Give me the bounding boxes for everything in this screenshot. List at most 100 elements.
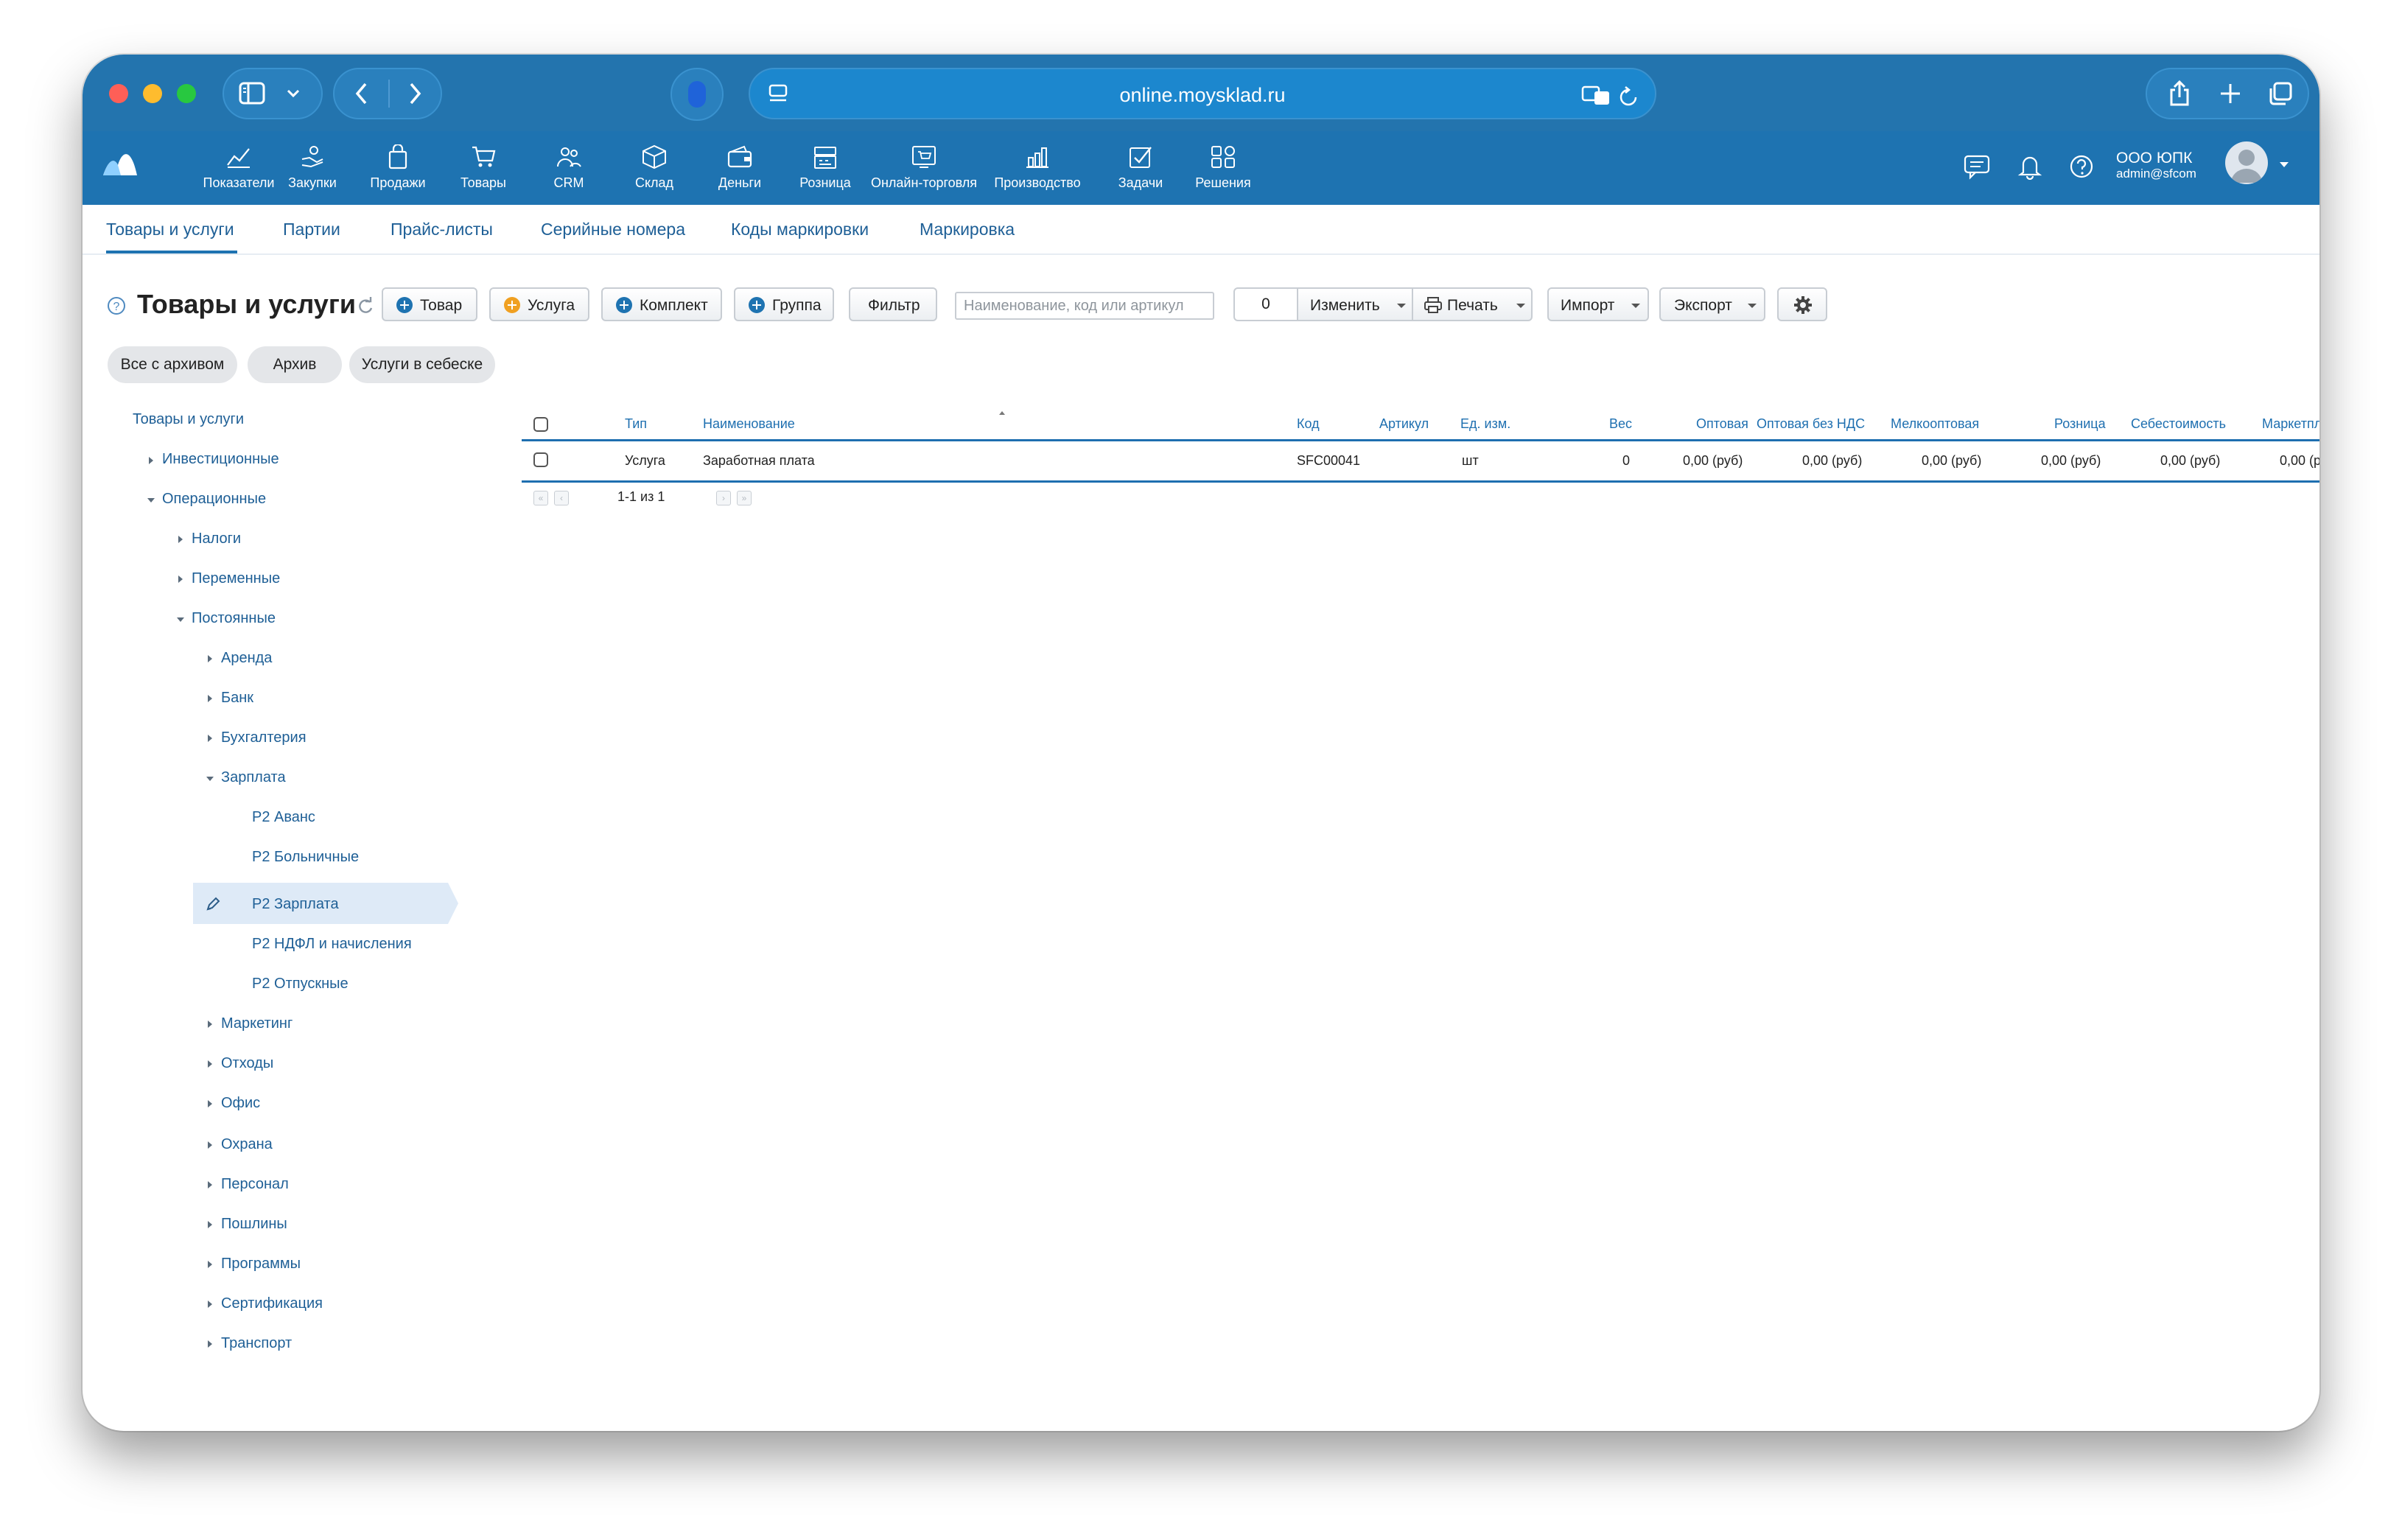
back-arrow-icon[interactable] [354,81,370,106]
filter-all-with-archive[interactable]: Все с архивом [108,346,237,383]
row-checkbox[interactable] [533,452,548,467]
collapse-arrow-icon[interactable] [177,617,184,622]
nav-retail[interactable]: Розница [788,131,862,205]
add-service-button[interactable]: Услуга [489,287,589,321]
tree-item-bank[interactable]: Банк [221,690,253,707]
column-weight[interactable]: Вес [1609,416,1632,432]
account-info[interactable]: ООО ЮПК admin@sfcom [2116,150,2196,181]
bell-icon[interactable] [2017,153,2042,180]
tree-item-waste[interactable]: Отходы [221,1055,273,1072]
zoom-window-button[interactable] [177,84,196,103]
expand-arrow-icon[interactable] [208,655,212,662]
chat-icon[interactable] [1963,153,1991,180]
refresh-icon[interactable] [355,296,374,315]
tree-root[interactable]: Товары и услуги [133,411,244,428]
expand-arrow-icon[interactable] [208,1340,212,1348]
tree-item-investment[interactable]: Инвестиционные [162,451,279,468]
tree-item-rent[interactable]: Аренда [221,650,272,667]
settings-button[interactable] [1777,287,1827,321]
nav-tasks[interactable]: Задачи [1104,131,1177,205]
tab-products-services[interactable]: Товары и услуги [106,220,234,239]
help-icon[interactable]: ? [108,297,125,315]
nav-money[interactable]: Деньги [703,131,777,205]
expand-arrow-icon[interactable] [208,1181,212,1189]
prev-page-button[interactable]: ‹ [554,491,569,505]
moysklad-logo-icon[interactable] [102,146,139,178]
tree-item-p2-vacation[interactable]: P2 Отпускные [252,976,349,993]
expand-arrow-icon[interactable] [178,575,183,583]
add-product-button[interactable]: Товар [382,287,477,321]
column-article[interactable]: Артикул [1379,416,1429,432]
tree-item-p2-advance[interactable]: P2 Аванс [252,809,315,826]
import-dropdown-button[interactable]: Импорт [1547,287,1649,321]
edit-dropdown-button[interactable]: Изменить [1297,287,1413,321]
tree-item-personnel[interactable]: Персонал [221,1176,289,1193]
tree-item-taxes[interactable]: Налоги [192,531,241,547]
tree-item-software[interactable]: Программы [221,1256,301,1273]
last-page-button[interactable]: » [737,491,752,505]
tab-marking-codes[interactable]: Коды маркировки [731,220,869,239]
column-retail[interactable]: Розница [2054,416,2106,432]
nav-sales[interactable]: Продажи [361,131,435,205]
address-bar[interactable]: online.moysklad.ru [749,68,1656,119]
tree-item-p2-ndfl[interactable]: P2 НДФЛ и начисления [252,936,412,953]
nav-production[interactable]: Производство [994,131,1081,205]
tree-item-salary[interactable]: Зарплата [221,769,286,786]
nav-purchases[interactable]: Закупки [276,131,349,205]
tree-item-certification[interactable]: Сертификация [221,1295,323,1312]
expand-arrow-icon[interactable] [208,1301,212,1308]
tree-item-p2-salary[interactable]: P2 Зарплата [252,896,339,913]
tab-price-lists[interactable]: Прайс-листы [391,220,493,239]
collapse-arrow-icon[interactable] [147,498,155,503]
column-name[interactable]: Наименование [703,416,795,432]
next-page-button[interactable]: › [716,491,731,505]
column-marketplace[interactable]: Маркетплейс [2262,416,2319,432]
forward-arrow-icon[interactable] [407,81,423,106]
tree-item-office[interactable]: Офис [221,1095,260,1112]
expand-arrow-icon[interactable] [208,1261,212,1268]
expand-arrow-icon[interactable] [208,695,212,702]
nav-online-trade[interactable]: Онлайн-торговля [871,131,977,205]
select-all-checkbox[interactable] [533,417,548,432]
cell-name[interactable]: Заработная плата [703,453,815,469]
expand-arrow-icon[interactable] [178,536,183,543]
tree-item-fixed[interactable]: Постоянные [192,610,276,627]
nav-solutions[interactable]: Решения [1186,131,1260,205]
expand-arrow-icon[interactable] [208,1100,212,1107]
tab-serial-numbers[interactable]: Серийные номера [541,220,685,239]
column-wholesale-no-vat[interactable]: Оптовая без НДС [1757,416,1865,432]
filter-archive[interactable]: Архив [248,346,342,383]
tree-item-accounting[interactable]: Бухгалтерия [221,729,307,746]
filter-services-cost[interactable]: Услуги в себеске [349,346,495,383]
expand-arrow-icon[interactable] [208,1060,212,1068]
tree-item-transport[interactable]: Транспорт [221,1335,292,1352]
nav-indicators[interactable]: Показатели [202,131,276,205]
column-unit[interactable]: Ед. изм. [1460,416,1510,432]
column-small-wholesale[interactable]: Мелкооптовая [1891,416,1979,432]
avatar[interactable] [2225,141,2268,184]
collapse-arrow-icon[interactable] [206,777,214,781]
expand-arrow-icon[interactable] [208,1221,212,1228]
translate-reload-icons[interactable] [1580,83,1642,108]
first-page-button[interactable]: « [533,491,548,505]
add-group-button[interactable]: Группа [734,287,834,321]
column-type[interactable]: Тип [625,416,647,432]
tab-marking[interactable]: Маркировка [920,220,1015,239]
tree-item-marketing[interactable]: Маркетинг [221,1015,293,1032]
minimize-window-button[interactable] [143,84,162,103]
filter-button[interactable]: Фильтр [849,287,937,321]
tree-item-duties[interactable]: Пошлины [221,1216,287,1233]
expand-arrow-icon[interactable] [149,457,153,464]
sidebar-toggle-button[interactable] [223,68,323,119]
print-dropdown-button[interactable]: Печать [1412,287,1533,321]
nav-products[interactable]: Товары [447,131,520,205]
column-cost[interactable]: Себестоимость [2131,416,2226,432]
export-dropdown-button[interactable]: Экспорт [1659,287,1765,321]
new-tab-icon[interactable] [2219,83,2241,105]
close-window-button[interactable] [109,84,128,103]
account-menu-caret-icon[interactable] [2280,162,2289,167]
tree-item-variable[interactable]: Переменные [192,570,280,587]
nav-warehouse[interactable]: Склад [617,131,691,205]
profile-button[interactable] [670,68,724,121]
pencil-icon[interactable] [205,896,221,912]
